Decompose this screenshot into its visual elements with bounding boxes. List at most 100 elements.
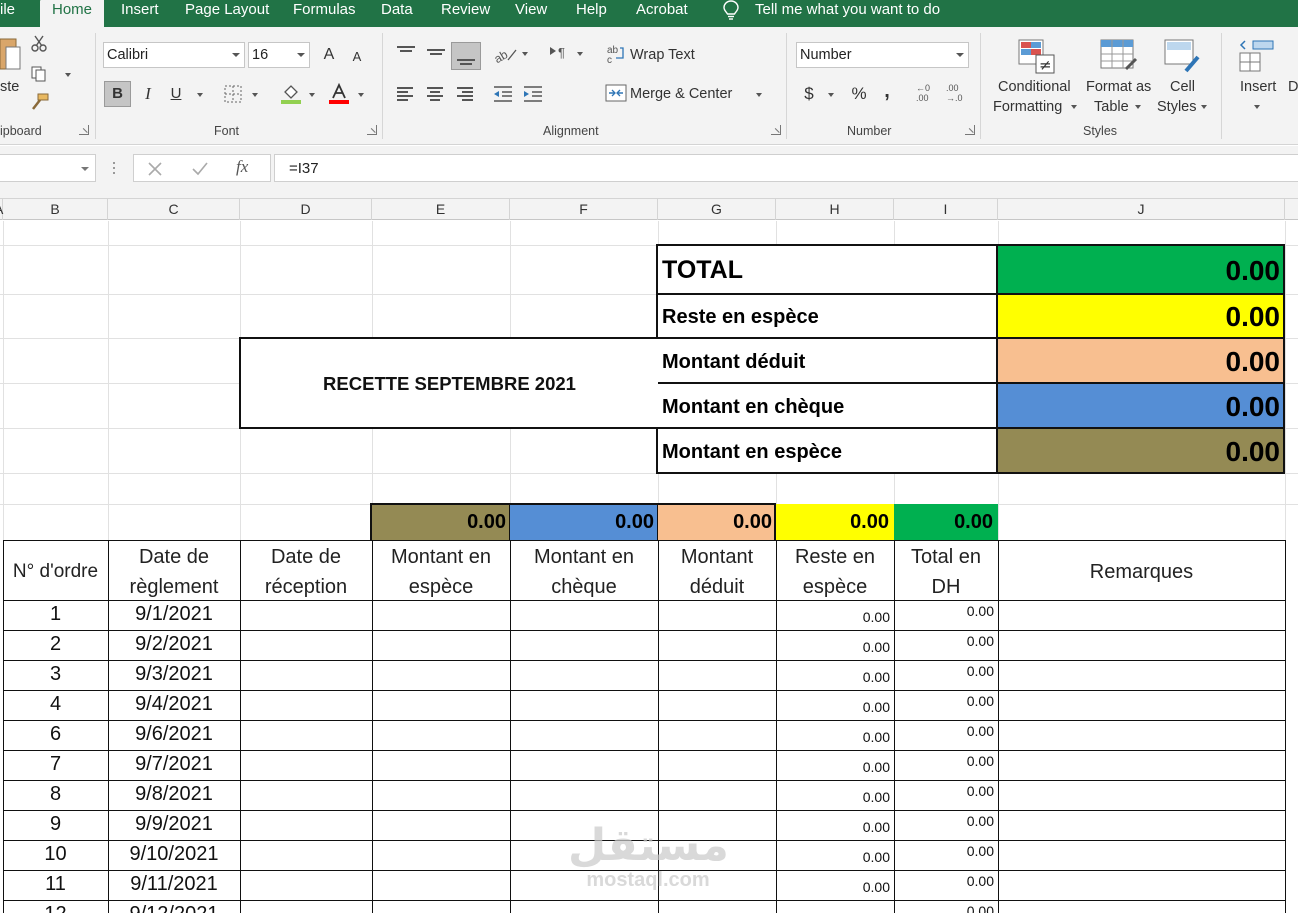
paste-icon[interactable] xyxy=(0,35,22,79)
cancel-icon[interactable] xyxy=(148,162,162,176)
row-ordre[interactable]: 11 xyxy=(3,873,108,896)
row-total[interactable]: 0.00 xyxy=(894,903,994,913)
formula-input[interactable]: =I37 xyxy=(274,154,1298,182)
merge-center-button[interactable]: Merge & Center xyxy=(630,86,732,102)
underline-button[interactable]: U xyxy=(166,82,186,106)
column-header-g[interactable]: G xyxy=(658,199,776,220)
enter-check-icon[interactable] xyxy=(192,162,208,176)
tab-file[interactable]: ile xyxy=(0,0,15,27)
row-ordre[interactable]: 2 xyxy=(3,633,108,656)
alignment-launcher-icon[interactable] xyxy=(771,125,781,135)
row-ordre[interactable]: 7 xyxy=(3,753,108,776)
header-date-reception-2[interactable]: réception xyxy=(240,572,372,602)
summary-espece-value[interactable]: 0.00 xyxy=(1000,436,1281,468)
format-painter-icon[interactable] xyxy=(30,93,50,111)
percent-button[interactable]: % xyxy=(849,82,869,106)
header-date-reception-1[interactable]: Date de xyxy=(240,542,372,572)
format-as-table-icon[interactable] xyxy=(1100,39,1138,75)
tab-insert[interactable]: Insert xyxy=(121,0,159,27)
merge-dropdown-icon[interactable] xyxy=(756,93,762,97)
number-launcher-icon[interactable] xyxy=(965,125,975,135)
row-reste[interactable]: 0.00 xyxy=(776,729,890,745)
column-header-c[interactable]: C xyxy=(108,199,240,220)
column-header-b[interactable]: B xyxy=(3,199,108,220)
paste-label[interactable]: ste xyxy=(0,79,19,95)
row-date[interactable]: 9/7/2021 xyxy=(108,753,240,776)
row-ordre[interactable]: 9 xyxy=(3,813,108,836)
tab-data[interactable]: Data xyxy=(381,0,413,27)
summary-reste-label[interactable]: Reste en espèce xyxy=(662,306,819,329)
align-middle-icon[interactable] xyxy=(427,45,445,59)
worksheet-grid[interactable]: TOTAL 0.00 Reste en espèce 0.00 Montant … xyxy=(0,221,1298,913)
wrap-text-button[interactable]: Wrap Text xyxy=(630,47,695,63)
row-date[interactable]: 9/2/2021 xyxy=(108,633,240,656)
row-total[interactable]: 0.00 xyxy=(894,603,994,619)
row-total[interactable]: 0.00 xyxy=(894,753,994,769)
font-color-icon[interactable] xyxy=(328,83,350,105)
summary-cheque-label[interactable]: Montant en chèque xyxy=(662,396,844,419)
tab-acrobat[interactable]: Acrobat xyxy=(636,0,688,27)
decrease-decimal-button[interactable]: .00 →.0 xyxy=(946,83,968,107)
row-ordre[interactable]: 8 xyxy=(3,783,108,806)
borders-dropdown-icon[interactable] xyxy=(252,93,258,97)
italic-button[interactable]: I xyxy=(137,82,159,106)
copy-icon[interactable] xyxy=(30,65,48,83)
name-box[interactable] xyxy=(0,154,96,182)
delete-cells-label[interactable]: D xyxy=(1288,79,1298,95)
column-header-e[interactable]: E xyxy=(372,199,510,220)
increase-indent-icon[interactable] xyxy=(522,85,544,103)
row-ordre[interactable]: 10 xyxy=(3,843,108,866)
wrap-text-icon[interactable]: ab c xyxy=(606,44,626,64)
insert-cells-label[interactable]: Insert xyxy=(1240,79,1276,95)
tell-me-search[interactable]: Tell me what you want to do xyxy=(755,0,940,27)
clipboard-launcher-icon[interactable] xyxy=(79,125,89,135)
align-right-icon[interactable] xyxy=(457,87,475,101)
row-ordre[interactable]: 4 xyxy=(3,693,108,716)
row-date[interactable]: 9/6/2021 xyxy=(108,723,240,746)
column-header-i[interactable]: I xyxy=(894,199,998,220)
header-total-1[interactable]: Total en xyxy=(894,542,998,572)
header-espece-2[interactable]: espèce xyxy=(372,572,510,602)
tab-review[interactable]: Review xyxy=(441,0,490,27)
row-ordre[interactable]: 12 xyxy=(3,903,108,913)
row-date[interactable]: 9/3/2021 xyxy=(108,663,240,686)
align-center-icon[interactable] xyxy=(427,87,445,101)
row-date[interactable]: 9/11/2021 xyxy=(108,873,240,896)
increase-decimal-button[interactable]: ←0 .00 xyxy=(916,83,938,107)
cell-styles-label-2[interactable]: Styles xyxy=(1157,99,1197,115)
insert-cells-icon[interactable] xyxy=(1239,39,1275,75)
header-total-2[interactable]: DH xyxy=(894,572,998,602)
cell-styles-icon[interactable] xyxy=(1164,39,1202,75)
header-deduit-1[interactable]: Montant xyxy=(658,542,776,572)
summary-cheque-value[interactable]: 0.00 xyxy=(1000,391,1281,423)
header-cheque-1[interactable]: Montant en xyxy=(510,542,658,572)
font-color-dropdown-icon[interactable] xyxy=(358,93,364,97)
grow-font-button[interactable]: A xyxy=(320,43,338,67)
header-date-reglement-2[interactable]: règlement xyxy=(108,572,240,602)
header-cheque-2[interactable]: chèque xyxy=(510,572,658,602)
column-header-d[interactable]: D xyxy=(240,199,372,220)
orientation-icon[interactable]: ab xyxy=(494,44,518,64)
align-bottom-button[interactable] xyxy=(451,42,481,70)
row-reste[interactable]: 0.00 xyxy=(776,789,890,805)
row-date[interactable]: 9/9/2021 xyxy=(108,813,240,836)
row-reste[interactable]: 0.00 xyxy=(776,609,890,625)
header-deduit-2[interactable]: déduit xyxy=(658,572,776,602)
summary-espece-label[interactable]: Montant en espèce xyxy=(662,441,842,464)
cell-styles-label-1[interactable]: Cell xyxy=(1170,79,1195,95)
column-header-j[interactable]: J xyxy=(998,199,1285,220)
tab-formulas[interactable]: Formulas xyxy=(293,0,356,27)
insert-dropdown-icon[interactable] xyxy=(1254,105,1260,109)
decrease-indent-icon[interactable] xyxy=(492,85,514,103)
summary-total-label[interactable]: TOTAL xyxy=(662,256,743,285)
font-name-dropdown[interactable]: Calibri xyxy=(103,42,245,68)
row-total[interactable]: 0.00 xyxy=(894,723,994,739)
row-reste[interactable]: 0.00 xyxy=(776,879,890,895)
copy-dropdown-icon[interactable] xyxy=(65,73,71,77)
summary-reste-value[interactable]: 0.00 xyxy=(1000,301,1281,333)
row-reste[interactable]: 0.00 xyxy=(776,759,890,775)
conditional-formatting-label-2[interactable]: Formatting xyxy=(993,99,1062,115)
row-reste[interactable]: 0.00 xyxy=(776,699,890,715)
row-total[interactable]: 0.00 xyxy=(894,843,994,859)
summary-deduit-label[interactable]: Montant déduit xyxy=(662,351,805,374)
